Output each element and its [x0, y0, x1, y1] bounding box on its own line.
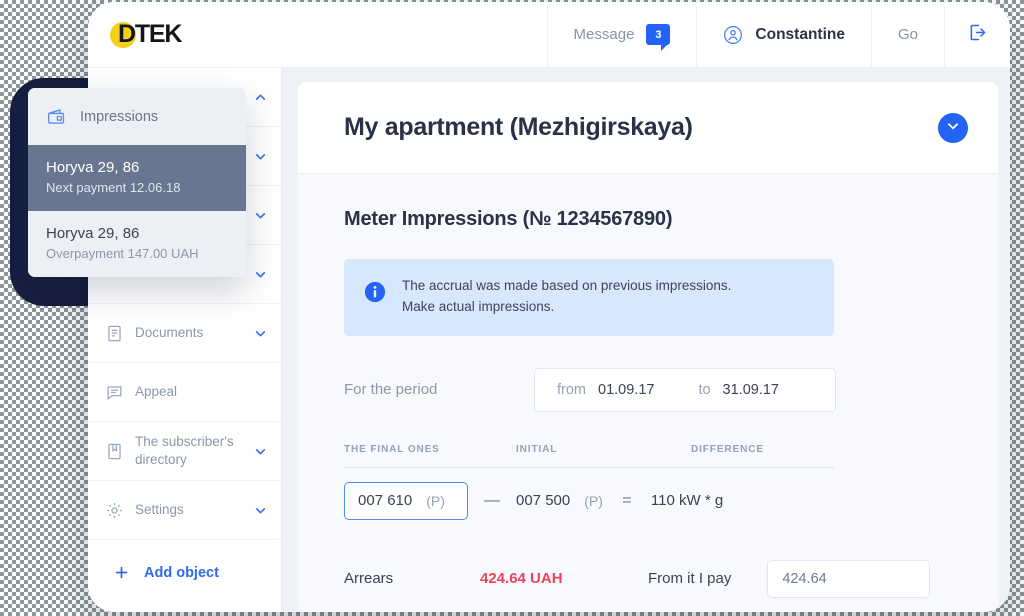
- arrears-row: Arrears 424.64 UAH From it I pay 424.64: [344, 559, 952, 612]
- meter-table-row: 007 610 (P) — 007 500 (P) = 110 kW * g: [344, 468, 834, 520]
- chevron-down-icon[interactable]: [254, 150, 267, 163]
- user-name: Constantine: [755, 25, 845, 43]
- chat-icon: [105, 383, 124, 402]
- info-icon: [364, 281, 386, 303]
- column-header-difference: DIFFERENCE: [691, 443, 764, 455]
- dropdown-item-subtitle: Overpayment 147.00 UAH: [46, 246, 199, 261]
- add-object-button[interactable]: Add object: [88, 540, 281, 581]
- card-body: Meter Impressions (№ 1234567890) The acc…: [298, 174, 998, 612]
- logout-icon: [967, 22, 988, 48]
- initial-reading: 007 500 (P): [516, 492, 603, 509]
- period-from-label: from: [557, 381, 586, 398]
- section-title: Meter Impressions (№ 1234567890): [344, 208, 673, 230]
- dropdown-header[interactable]: Impressions: [28, 88, 246, 145]
- period-to-value[interactable]: 31.09.17: [723, 382, 779, 398]
- expand-apartment-button[interactable]: [938, 112, 968, 143]
- book-icon: [105, 442, 124, 461]
- message-label: Message: [573, 26, 635, 43]
- go-nav-item[interactable]: Go: [870, 2, 944, 67]
- initial-reading-unit: (P): [584, 492, 603, 509]
- column-header-initial: INITIAL: [516, 443, 558, 455]
- dropdown-item-title: Horyva 29, 86: [46, 225, 140, 242]
- dropdown-item-subtitle: Next payment 12.06.18: [46, 180, 181, 195]
- pay-label: From it I pay: [648, 570, 732, 588]
- page-title: My apartment (Mezhigirskaya): [344, 113, 693, 141]
- gear-icon: [105, 501, 124, 520]
- dropdown-header-label: Impressions: [80, 108, 159, 125]
- brand-name: DTEK: [118, 20, 182, 48]
- sidebar-item-documents[interactable]: Documents: [88, 304, 281, 363]
- document-icon: [105, 324, 124, 343]
- period-picker[interactable]: from 01.09.17 to 31.09.17: [534, 367, 836, 412]
- chevron-down-icon[interactable]: [254, 209, 267, 222]
- chevron-down-icon[interactable]: [254, 445, 267, 458]
- go-label: Go: [897, 26, 918, 43]
- meter-table-headers: THE FINAL ONES INITIAL DIFFERENCE: [344, 444, 834, 468]
- sidebar-item-label: The subscriber's directory: [135, 434, 234, 467]
- message-nav-item[interactable]: Message 3: [546, 2, 697, 67]
- meter-readings-table: THE FINAL ONES INITIAL DIFFERENCE 007 61…: [344, 444, 834, 520]
- period-row: For the period from 01.09.17 to 31.09.17: [344, 367, 952, 412]
- content-area: My apartment (Mezhigirskaya) Meter Impre…: [282, 68, 1010, 612]
- avatar-icon: [723, 25, 743, 45]
- pay-amount-value: 424.64: [782, 570, 827, 587]
- period-from-value[interactable]: 01.09.17: [598, 382, 654, 398]
- equals-sign: =: [622, 491, 632, 509]
- minus-sign: —: [484, 491, 500, 509]
- brand-logo[interactable]: DTEK: [88, 2, 268, 67]
- user-nav-item[interactable]: Constantine: [696, 2, 871, 67]
- final-reading-value: 007 610: [358, 492, 413, 510]
- difference-value: 110 kW * g: [650, 492, 724, 510]
- sidebar-item-label: Documents: [135, 325, 204, 341]
- alert-line-1: The accrual was made based on previous i…: [402, 278, 732, 293]
- logout-button[interactable]: [944, 2, 1010, 67]
- chevron-down-icon[interactable]: [254, 268, 267, 281]
- sidebar-item-label: Settings: [135, 502, 184, 518]
- top-bar: DTEK Message 3 Constantine Go: [88, 2, 1010, 68]
- add-object-label: Add object: [144, 564, 219, 581]
- chevron-down-icon[interactable]: [254, 327, 267, 340]
- sidebar-item-settings[interactable]: Settings: [88, 481, 281, 540]
- alert-line-2: Make actual impressions.: [402, 298, 555, 314]
- card-header: My apartment (Mezhigirskaya): [298, 82, 998, 174]
- message-count-badge: 3: [646, 24, 671, 51]
- arrears-amount: 424.64 UAH: [480, 570, 563, 588]
- dropdown-item-0[interactable]: Horyva 29, 86 Next payment 12.06.18: [28, 145, 246, 211]
- plus-icon: [113, 564, 130, 581]
- info-alert: The accrual was made based on previous i…: [344, 259, 834, 336]
- column-header-final: THE FINAL ONES: [344, 443, 440, 455]
- chevron-down-icon: [946, 119, 960, 136]
- final-reading-input[interactable]: 007 610 (P): [344, 481, 468, 520]
- main-card: My apartment (Mezhigirskaya) Meter Impre…: [298, 82, 998, 612]
- period-to-label: to: [698, 381, 711, 398]
- chevron-up-icon[interactable]: [254, 91, 267, 104]
- pay-amount-input[interactable]: 424.64: [767, 559, 931, 598]
- wallet-icon: [46, 106, 67, 127]
- initial-reading-value: 007 500: [516, 492, 571, 510]
- sidebar-item-label: Appeal: [135, 384, 178, 400]
- sidebar-item-subscribers-directory[interactable]: The subscriber's directory: [88, 422, 281, 481]
- objects-dropdown: Impressions Horyva 29, 86 Next payment 1…: [28, 88, 246, 277]
- chevron-down-icon[interactable]: [254, 504, 267, 517]
- arrears-label: Arrears: [344, 570, 394, 588]
- dropdown-item-title: Horyva 29, 86: [46, 159, 140, 176]
- dropdown-item-1[interactable]: Horyva 29, 86 Overpayment 147.00 UAH: [28, 211, 246, 277]
- sidebar-item-appeal[interactable]: Appeal: [88, 363, 281, 422]
- final-reading-unit: (P): [426, 492, 445, 509]
- period-label: For the period: [344, 381, 438, 399]
